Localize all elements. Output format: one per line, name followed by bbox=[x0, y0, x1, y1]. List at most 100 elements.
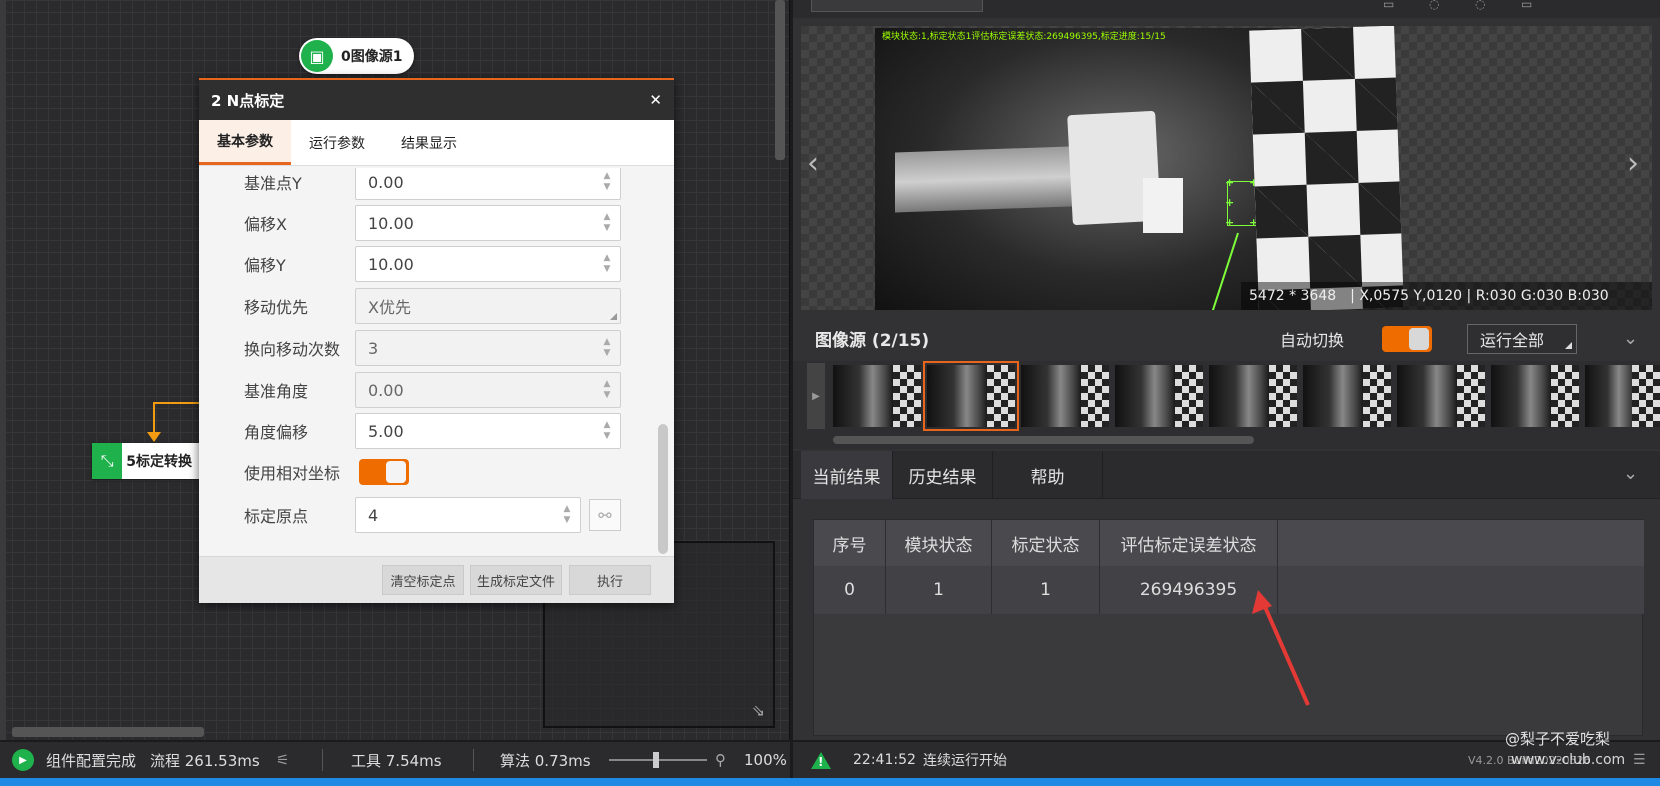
link-icon[interactable]: ⚯ bbox=[589, 499, 621, 531]
param-relative-coord: 使用相对坐标 bbox=[199, 454, 659, 490]
right-panel: ▭ ◌ ◌ ▭ + + + + + + + + 模块状态:1,标定状态1评估标定… bbox=[793, 0, 1660, 740]
canvas-vertical-scrollbar[interactable] bbox=[775, 0, 785, 160]
reverse-count-value: 3 bbox=[368, 338, 379, 358]
thumbnail[interactable] bbox=[1585, 365, 1660, 427]
relative-coord-toggle[interactable] bbox=[359, 459, 409, 485]
watermark-author: @梨子不爱吃梨 bbox=[1505, 730, 1611, 748]
search-icon[interactable]: ⚲ bbox=[715, 751, 726, 769]
offset-y-input[interactable]: 10.00 ▲ ▼ bbox=[355, 246, 621, 282]
zoom-level: 100% bbox=[744, 751, 787, 769]
base-y-input[interactable]: 0.00 ▲ ▼ bbox=[355, 168, 621, 200]
param-label: 移动优先 bbox=[244, 298, 309, 317]
run-all-label: 运行全部 bbox=[1480, 330, 1545, 350]
auto-switch-label: 自动切换 bbox=[1280, 330, 1345, 350]
param-label: 基准点Y bbox=[244, 174, 302, 193]
image-icon: ▣ bbox=[301, 40, 333, 72]
thumbnail[interactable] bbox=[1209, 365, 1297, 427]
table-cell: 0 bbox=[814, 566, 886, 614]
toolbar-icon[interactable]: ▭ bbox=[1383, 0, 1401, 10]
stepper-icon[interactable]: ▲ ▼ bbox=[602, 212, 612, 234]
param-label: 换向移动次数 bbox=[244, 340, 341, 359]
param-label: 使用相对坐标 bbox=[244, 464, 341, 483]
tab-history-result[interactable]: 历史结果 bbox=[893, 451, 993, 499]
status-time: 22:41:52 bbox=[853, 752, 916, 768]
origin-value: 4 bbox=[368, 505, 379, 525]
thumbnail[interactable] bbox=[833, 365, 921, 427]
angle-offset-value: 5.00 bbox=[368, 421, 404, 441]
canvas-horizontal-scrollbar[interactable] bbox=[12, 727, 204, 737]
param-label: 偏移X bbox=[244, 215, 287, 234]
zoom-slider-handle[interactable] bbox=[653, 752, 659, 768]
thumbnail[interactable] bbox=[1021, 365, 1109, 427]
clear-points-button[interactable]: 清空标定点 bbox=[382, 565, 464, 595]
tab-result-display[interactable]: 结果显示 bbox=[383, 120, 475, 165]
base-angle-input[interactable]: 0.00 ▲ ▼ bbox=[355, 372, 621, 408]
generate-file-button[interactable]: 生成标定文件 bbox=[470, 565, 562, 595]
stepper-icon[interactable]: ▲ ▼ bbox=[602, 420, 612, 442]
tab-help[interactable]: 帮助 bbox=[993, 451, 1103, 499]
thumbnail[interactable] bbox=[1303, 365, 1391, 427]
stepper-icon[interactable]: ▲ ▼ bbox=[562, 504, 572, 526]
prev-image-icon[interactable]: ‹ bbox=[807, 146, 819, 181]
stepper-icon[interactable]: ▲ ▼ bbox=[602, 253, 612, 275]
node-image-source[interactable]: ▣ 0图像源1 bbox=[299, 38, 415, 74]
param-move-priority: 移动优先 X优先 bbox=[199, 288, 659, 324]
param-origin: 标定原点 4 ▲ ▼ ⚯ bbox=[199, 497, 659, 533]
zoom-out-icon[interactable]: ◌ bbox=[1475, 0, 1493, 10]
tab-basic-params[interactable]: 基本参数 bbox=[199, 120, 291, 165]
close-icon[interactable]: ✕ bbox=[649, 91, 662, 109]
thumbnail-selected[interactable] bbox=[923, 361, 1019, 431]
reverse-count-input[interactable]: 3 ▲ ▼ bbox=[355, 330, 621, 366]
thumbnail-strip: ▶ bbox=[793, 361, 1660, 449]
thumbnail[interactable] bbox=[1491, 365, 1579, 427]
stepper-icon[interactable]: ▲ ▼ bbox=[602, 337, 612, 359]
flow-icon[interactable]: ⚟ bbox=[276, 751, 289, 769]
move-priority-select[interactable]: X优先 bbox=[355, 288, 621, 324]
node-image-source-label: 0图像源1 bbox=[341, 49, 403, 65]
zoom-in-icon[interactable]: ◌ bbox=[1429, 0, 1447, 10]
run-all-dropdown[interactable]: 运行全部 bbox=[1467, 323, 1577, 354]
origin-input[interactable]: 4 ▲ ▼ bbox=[355, 497, 581, 533]
table-cell: 1 bbox=[886, 566, 992, 614]
tab-run-params[interactable]: 运行参数 bbox=[291, 120, 383, 165]
settings-icon[interactable]: ▭ bbox=[1521, 0, 1539, 10]
offset-x-input[interactable]: 10.00 ▲ ▼ bbox=[355, 205, 621, 241]
base-y-value: 0.00 bbox=[368, 172, 404, 192]
param-reverse-count: 换向移动次数 3 ▲ ▼ bbox=[199, 330, 659, 366]
dialog-footer: 清空标定点 生成标定文件 执行 bbox=[199, 556, 674, 603]
resize-icon[interactable]: ⇘ bbox=[752, 701, 765, 720]
node-calib-transform[interactable]: ⤡ 5标定转换 bbox=[92, 443, 204, 479]
calib-point-icon: + bbox=[1225, 176, 1235, 189]
bottom-accent-bar bbox=[0, 778, 1660, 786]
image-viewer[interactable]: + + + + + + + + 模块状态:1,标定状态1评估标定误差状态:269… bbox=[801, 26, 1652, 310]
tab-current-result[interactable]: 当前结果 bbox=[801, 451, 893, 499]
play-icon[interactable]: ▶ bbox=[807, 363, 825, 429]
thumbnail[interactable] bbox=[1115, 365, 1203, 427]
param-label: 基准角度 bbox=[244, 382, 309, 401]
column-header: 标定状态 bbox=[992, 520, 1100, 566]
pixel-coords: | X,0575 Y,0120 | R:030 G:030 B:030 bbox=[1350, 288, 1609, 304]
dialog-titlebar[interactable]: 2 N点标定 ✕ bbox=[199, 80, 674, 120]
table-row[interactable]: 0 1 1 269496395 bbox=[814, 566, 1644, 614]
algo-time: 算法 0.73ms bbox=[500, 751, 591, 770]
execute-button[interactable]: 执行 bbox=[569, 565, 651, 595]
play-icon[interactable]: ▶ bbox=[12, 749, 34, 771]
next-image-icon[interactable]: › bbox=[1627, 146, 1639, 181]
auto-switch-toggle[interactable] bbox=[1382, 325, 1432, 352]
angle-offset-input[interactable]: 5.00 ▲ ▼ bbox=[355, 413, 621, 449]
dialog-scrollbar[interactable] bbox=[658, 424, 668, 554]
thumbnail[interactable] bbox=[1397, 365, 1485, 427]
chevron-down-icon[interactable]: ⌄ bbox=[1623, 463, 1638, 484]
warning-icon[interactable] bbox=[811, 751, 831, 769]
connector-arrow-icon bbox=[147, 432, 161, 442]
chevron-down-icon[interactable]: ⌄ bbox=[1623, 328, 1638, 349]
status-message: 连续运行开始 bbox=[923, 753, 1007, 769]
calib-point-icon: + bbox=[1225, 196, 1235, 209]
stepper-icon[interactable]: ▲ ▼ bbox=[602, 379, 612, 401]
image-select-dropdown[interactable] bbox=[811, 0, 983, 12]
thumbnail-scrollbar[interactable] bbox=[833, 436, 1254, 444]
dialog-tabs: 基本参数 运行参数 结果显示 bbox=[199, 120, 674, 166]
offset-y-value: 10.00 bbox=[368, 254, 414, 274]
stepper-icon[interactable]: ▲ ▼ bbox=[602, 171, 612, 193]
menu-icon[interactable]: ☰ bbox=[1633, 752, 1646, 768]
